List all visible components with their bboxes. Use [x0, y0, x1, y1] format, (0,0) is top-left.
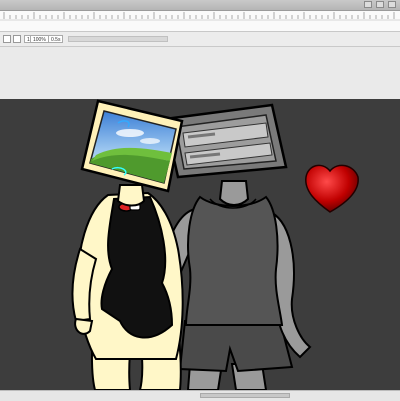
ruler-ticks — [0, 12, 400, 21]
close-icon[interactable] — [388, 1, 396, 8]
scrollbar-thumb[interactable] — [200, 393, 290, 398]
title-bar — [0, 0, 400, 11]
timeline-ruler[interactable] — [0, 11, 400, 32]
toolbar: 1 100% 0.5s — [0, 32, 400, 47]
frame-rate-field[interactable]: 0.5s — [48, 35, 64, 43]
artwork — [71, 99, 359, 390]
heart-icon — [305, 164, 359, 213]
stage-canvas[interactable] — [0, 99, 400, 390]
zoom-field[interactable]: 100% — [30, 35, 49, 43]
minimize-icon[interactable] — [364, 1, 372, 8]
layer-icon[interactable] — [13, 35, 21, 43]
timeline-scrollbar[interactable] — [68, 36, 168, 42]
pencil-tool-icon[interactable] — [3, 35, 11, 43]
maximize-icon[interactable] — [376, 1, 384, 8]
bottom-scrollbar[interactable] — [0, 390, 400, 401]
cream-character — [71, 99, 184, 390]
pasteboard — [0, 47, 400, 99]
